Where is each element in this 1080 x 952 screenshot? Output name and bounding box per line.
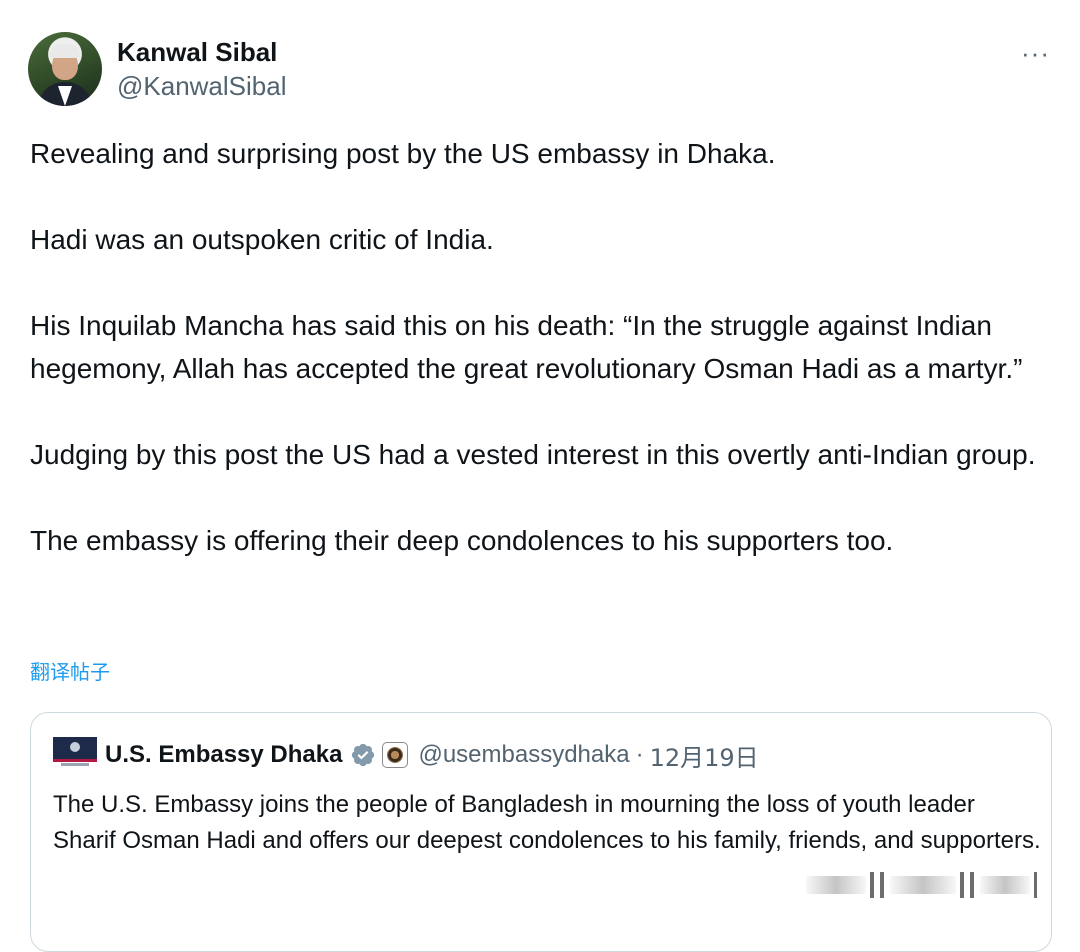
quoted-tweet[interactable]: U.S. Embassy Dhaka @usembassydhaka · 12月… <box>30 712 1052 952</box>
quoted-author-name[interactable]: U.S. Embassy Dhaka <box>105 741 342 769</box>
tweet-paragraph: The embassy is offering their deep condo… <box>30 525 894 556</box>
author-display-name[interactable]: Kanwal Sibal <box>117 35 286 69</box>
tweet-body: Revealing and surprising post by the US … <box>30 132 1050 562</box>
quoted-author-avatar[interactable] <box>53 737 97 773</box>
author-handle[interactable]: @KanwalSibal <box>117 69 286 103</box>
quoted-tweet-text: The U.S. Embassy joins the people of Ban… <box>53 791 1041 854</box>
tweet-paragraph: Judging by this post the US had a vested… <box>30 439 1036 470</box>
avatar-hair <box>50 44 80 58</box>
quoted-author-handle[interactable]: @usembassydhaka <box>418 741 629 769</box>
verified-badge-icon <box>352 743 375 767</box>
government-affiliation-icon <box>382 742 409 768</box>
more-options-icon[interactable]: ··· <box>1021 38 1050 69</box>
tweet-paragraph: His Inquilab Mancha has said this on his… <box>30 310 1023 384</box>
author-names: Kanwal Sibal @KanwalSibal <box>117 35 286 103</box>
tweet-card: Kanwal Sibal @KanwalSibal ··· Revealing … <box>0 0 1080 952</box>
author-avatar[interactable] <box>28 32 102 106</box>
tweet-paragraph: Hadi was an outspoken critic of India. <box>30 224 494 255</box>
separator-dot: · <box>635 741 644 768</box>
quoted-tweet-date[interactable]: 12月19日 <box>650 738 759 773</box>
translate-post-link[interactable]: 翻译帖子 <box>30 657 110 687</box>
tweet-header: Kanwal Sibal @KanwalSibal <box>28 32 286 106</box>
quoted-tweet-header: U.S. Embassy Dhaka @usembassydhaka · 12月… <box>53 735 759 775</box>
tweet-paragraph: Revealing and surprising post by the US … <box>30 138 776 169</box>
